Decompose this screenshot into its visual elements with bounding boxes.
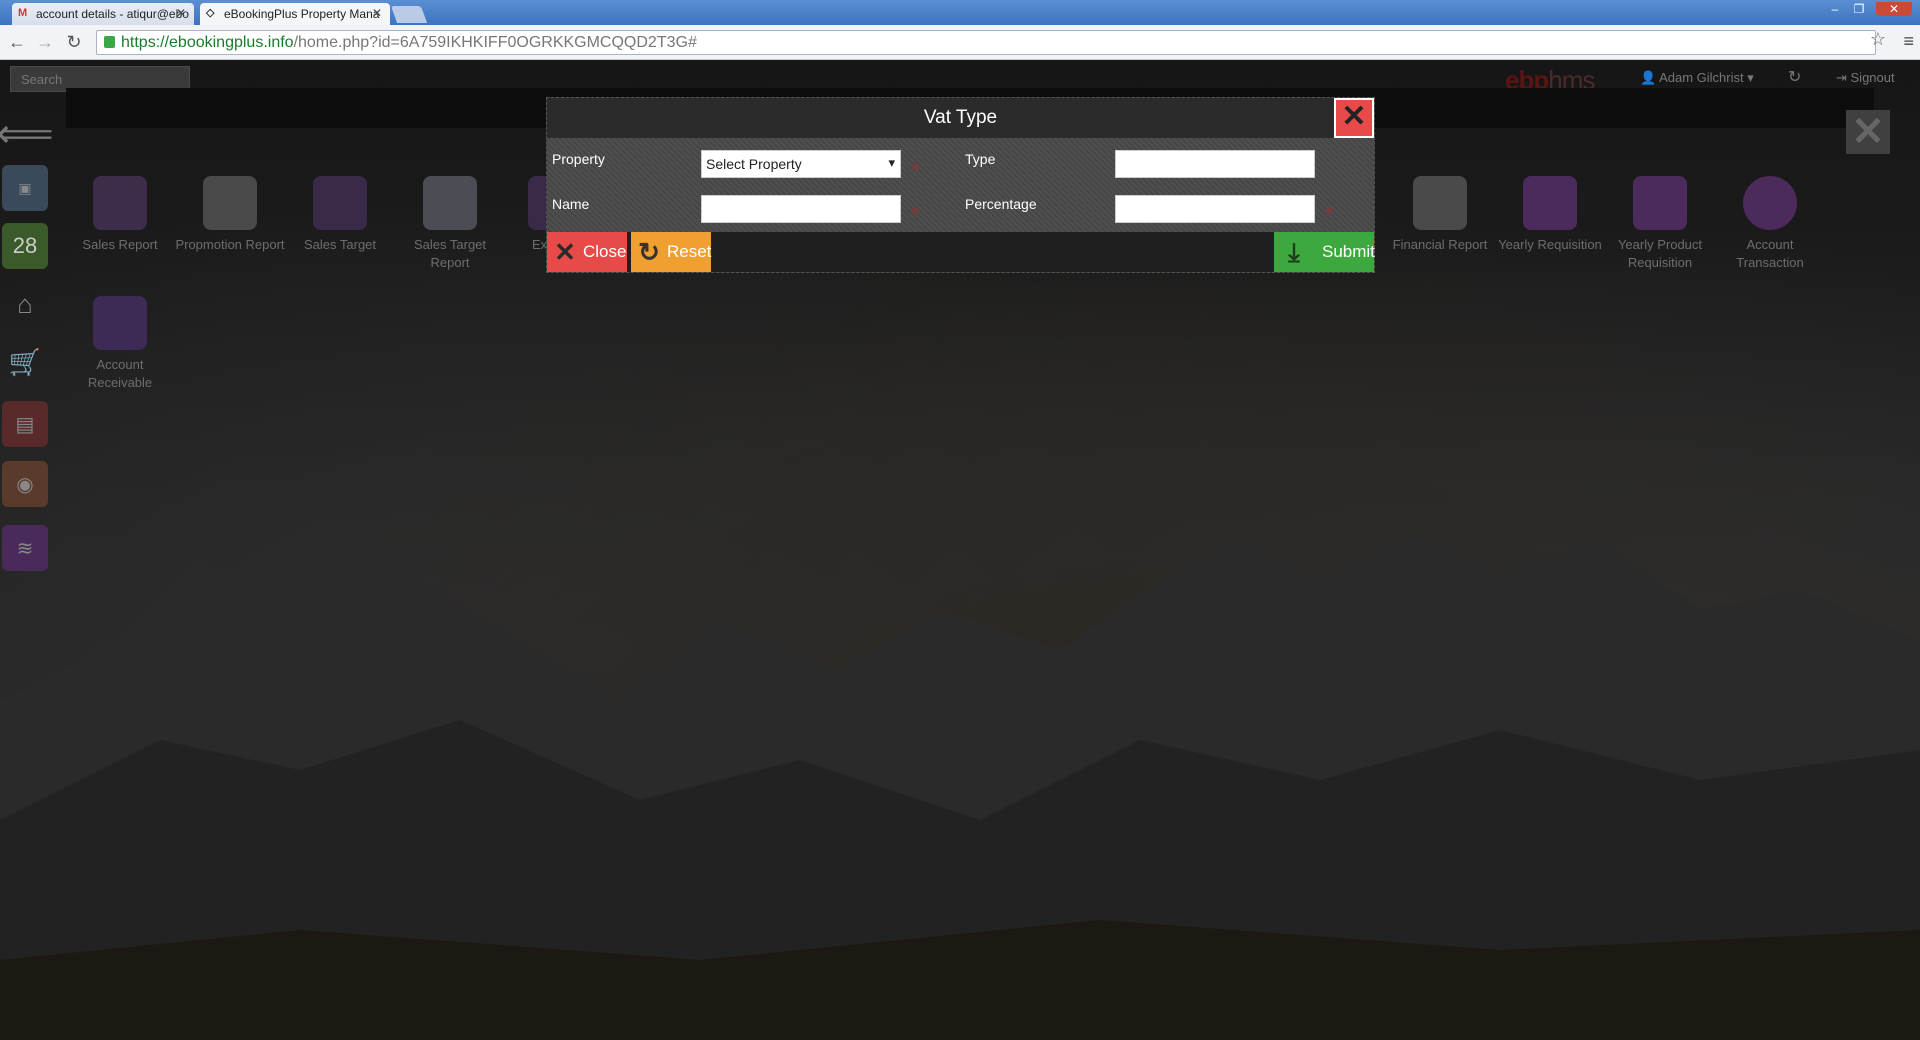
close-x-icon: ✕ [554,237,576,267]
window-close-icon[interactable]: ✕ [1876,2,1912,16]
dialog-title: Vat Type [547,98,1374,138]
tile-label: Sales Report [82,237,158,252]
dialog-footer: ✕ Close ↻ Reset ⤓ Submit [547,232,1375,272]
required-star-icon: ★ [1323,202,1336,218]
bow-icon [1523,176,1577,230]
tile-account-transaction[interactable]: Account Transaction [1715,176,1825,272]
guest-icon[interactable]: ▣ [2,165,48,211]
browser-tab-ebookingplus[interactable]: ◇ eBookingPlus Property Mana ✕ [200,3,390,25]
reset-button[interactable]: ↻ Reset [631,232,711,272]
gmail-icon: M [18,7,28,19]
back-arrow-icon[interactable]: ⟸ [0,111,54,157]
type-label: Type [965,151,996,167]
name-label: Name [552,196,590,212]
user-menu[interactable]: 👤 Adam Gilchrist ▾ [1640,70,1754,86]
tile-label: Account Receivable [87,357,153,390]
bow-icon [1633,176,1687,230]
account-transaction-icon [1743,176,1797,230]
property-select[interactable]: Select Property [701,150,901,178]
tile-yearly-product-requisition[interactable]: Yearly Product Requisition [1605,176,1715,272]
submit-button[interactable]: ⤓ Submit [1274,232,1375,272]
percentage-input[interactable] [1115,195,1315,223]
cart-icon[interactable]: 🛒 [2,339,48,385]
tile-sales-report[interactable]: Sales Report [65,176,175,254]
promotion-report-icon [203,176,257,230]
lock-icon [104,36,115,48]
percentage-label: Percentage [965,196,1037,212]
url-host: https://ebookingplus.info [121,34,294,51]
tile-yearly-requisition[interactable]: Yearly Requisition [1495,176,1605,254]
chart-icon[interactable]: ≋ [2,525,48,571]
tile-label: Sales Target Report [413,237,487,270]
user-name: Adam Gilchrist [1659,70,1744,85]
user-icon: 👤 [1640,70,1660,85]
signout-link[interactable]: ⇥ Signout [1836,70,1895,86]
tile-sales-target-report[interactable]: Sales Target Report [395,176,505,272]
dialog-form: Property Select Property ★ Type Name ★ P… [547,138,1374,232]
financial-report-icon [1413,176,1467,230]
home-icon[interactable]: ⌂ [2,281,48,327]
tab-close-icon[interactable]: ✕ [372,6,382,20]
reset-label: Reset [667,242,712,261]
tile-label: Yearly Requisition [1498,237,1602,252]
tile-label: Sales Target [303,237,377,252]
address-bar[interactable]: https://ebookingplus.info/home.php?id=6A… [96,30,1876,55]
forward-icon[interactable]: → [34,32,56,52]
sales-target-report-icon [423,176,477,230]
browser-tab-gmail[interactable]: M account details - atiqur@ebo ✕ [12,3,194,25]
close-button[interactable]: ✕ Close [547,232,627,272]
url-path: /home.php?id=6A759IKHKIFF0OGRKKGMCQQD2T3… [293,34,697,51]
name-input[interactable] [701,195,901,223]
restore-icon[interactable]: ❐ [1850,2,1868,16]
type-input[interactable] [1115,150,1315,178]
signout-icon: ⇥ [1836,70,1851,85]
sales-target-icon [313,176,367,230]
download-icon: ⤓ [1288,237,1300,267]
back-icon[interactable]: ← [6,32,28,52]
tab-label: eBookingPlus Property Mana [224,7,380,21]
vat-type-dialog: Vat Type ✕ Property Select Property ★ Ty… [546,97,1375,273]
property-label: Property [552,151,605,167]
account-receivable-icon [93,296,147,350]
sales-report-icon [93,176,147,230]
close-label: Close [583,242,627,261]
refresh-icon[interactable]: ↻ [1788,67,1801,87]
required-star-icon: ★ [909,158,922,174]
browser-menu-icon[interactable]: ≡ [1903,31,1914,52]
panel-close-icon[interactable]: ✕ [1846,110,1890,154]
sidebar: ⟸ ▣ 28 ⌂ 🛒 ▤ ◉ ≋ [0,111,54,1040]
mountain-background [0,530,1920,1040]
tile-sales-target[interactable]: Sales Target [285,176,395,254]
tile-label: Financial Report [1392,237,1488,252]
site-icon: ◇ [206,7,215,19]
tile-financial-report[interactable]: Financial Report [1385,176,1495,254]
required-star-icon: ★ [909,202,922,218]
tile-label: Yearly Product Requisition [1617,237,1703,270]
calendar-icon[interactable]: 28 [2,223,48,269]
tile-label: Account Transaction [1736,237,1804,270]
new-tab-button[interactable] [390,6,428,23]
tile-label: Ex [532,237,548,252]
dialog-close-icon[interactable]: ✕ [1334,98,1374,138]
tile-promotion-report[interactable]: Propmotion Report [175,176,285,254]
reload-icon[interactable]: ↻ [63,32,85,52]
browser-tab-strip: M account details - atiqur@ebo ✕ ◇ eBook… [0,0,1920,25]
tile-label: Propmotion Report [175,237,285,252]
submit-label: Submit [1322,242,1375,261]
signout-label: Signout [1850,70,1895,85]
browser-toolbar: ← → ↻ https://ebookingplus.info/home.php… [0,25,1920,60]
bookmark-star-icon[interactable]: ☆ [1870,29,1886,50]
tile-account-receivable[interactable]: Account Receivable [65,296,175,392]
tab-close-icon[interactable]: ✕ [176,6,186,20]
presentation-icon[interactable]: ▤ [2,401,48,447]
globe-icon[interactable]: ◉ [2,461,48,507]
minimize-icon[interactable]: – [1826,2,1844,16]
tab-label: account details - atiqur@ebo [36,7,189,21]
reset-icon: ↻ [638,237,660,267]
